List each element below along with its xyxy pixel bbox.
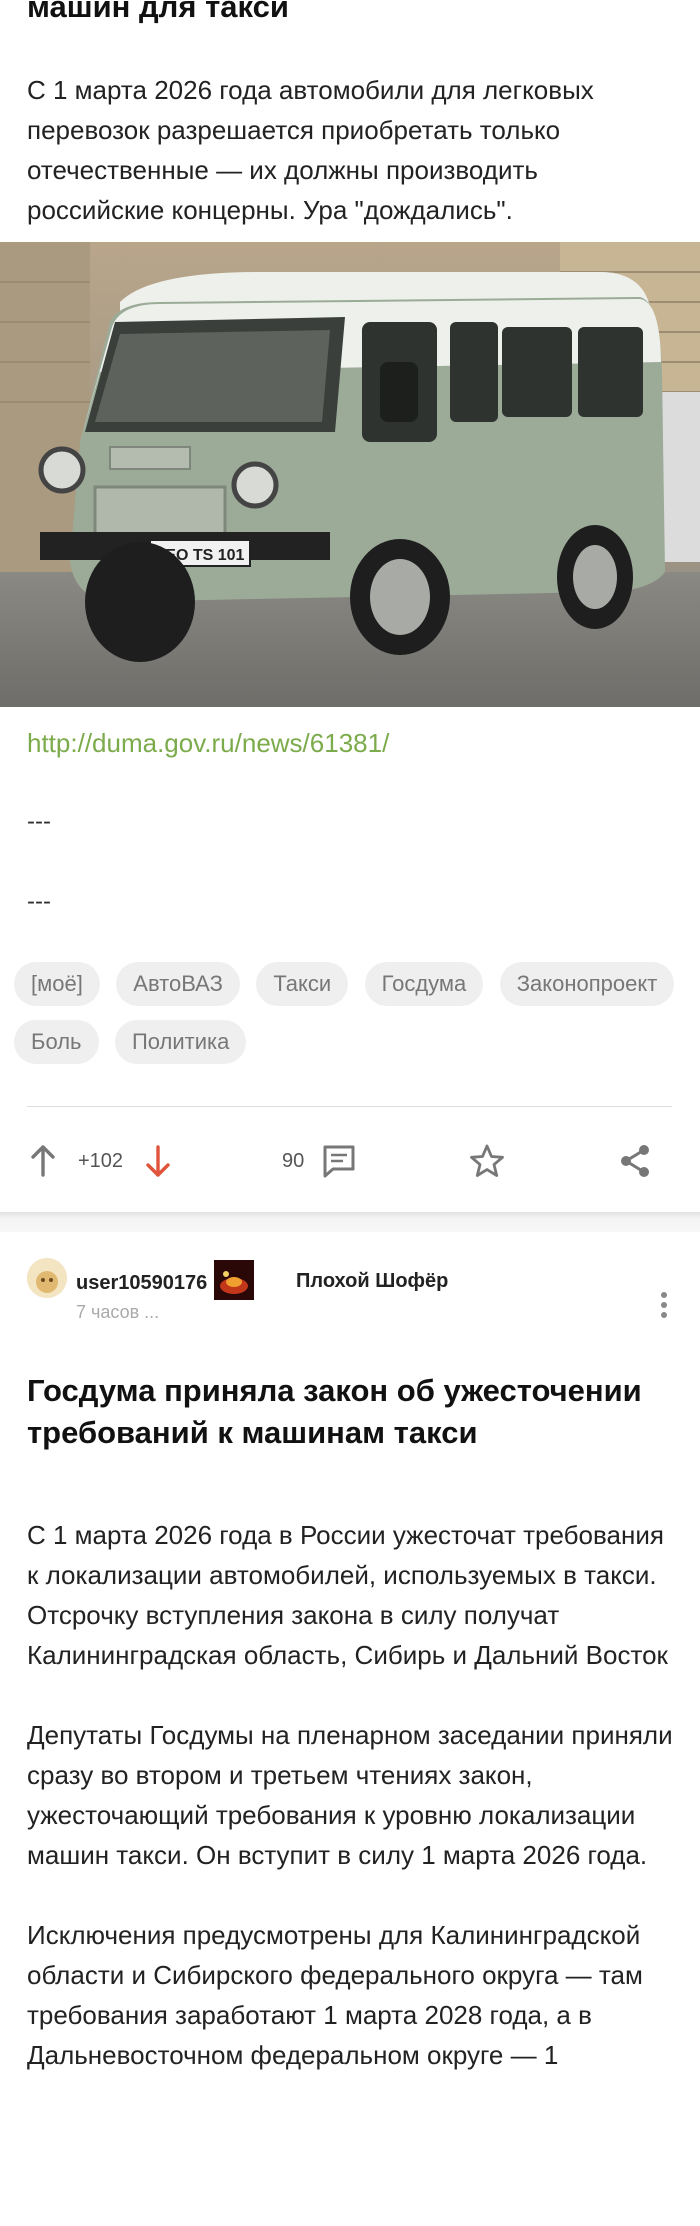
tag-item[interactable]: Законопроект (499, 962, 675, 1006)
post-image[interactable]: LEO TS 101 (0, 242, 700, 707)
post-author-row: user10590176 7 часов ... (27, 1258, 677, 1328)
more-vertical-icon (661, 1292, 667, 1318)
more-options-button[interactable] (656, 1290, 672, 1320)
comments-button[interactable] (321, 1130, 357, 1192)
arrow-down-icon (146, 1145, 170, 1177)
downvote-button[interactable] (145, 1130, 171, 1192)
tag-item[interactable]: АвтоВАЗ (116, 962, 240, 1006)
save-button[interactable] (469, 1130, 505, 1192)
post-text: С 1 марта 2026 года автомобили для легко… (27, 75, 594, 225)
post-paragraph: Депутаты Госдумы на пленарном заседании … (27, 1720, 673, 1870)
source-link[interactable]: http://duma.gov.ru/news/61381/ (27, 728, 389, 759)
community-name[interactable]: Плохой Шофёр (296, 1270, 448, 1293)
post-body: С 1 марта 2026 года в России ужесточат т… (27, 1515, 677, 2115)
tag-list: [моё] АвтоВАЗ Такси Госдума Законопроект… (14, 962, 694, 1078)
comments-count[interactable]: 90 (282, 1130, 304, 1192)
user-avatar-icon (27, 1258, 67, 1298)
tag-item[interactable]: Политика (114, 1020, 247, 1064)
share-button[interactable] (618, 1130, 652, 1192)
tag-item[interactable]: Такси (256, 962, 349, 1006)
tag-item[interactable]: Госдума (364, 962, 484, 1006)
divider (27, 1106, 672, 1107)
share-icon (621, 1145, 649, 1177)
upvote-button[interactable] (30, 1130, 56, 1192)
post-title[interactable]: Госдума приняла закон об ужесточении тре… (27, 1370, 677, 1454)
star-icon (470, 1144, 504, 1177)
post-paragraph: Исключения предусмотрены для Калининград… (27, 1920, 643, 2070)
separator: --- (27, 808, 51, 835)
post-separator (0, 1212, 700, 1232)
rating-score: +102 (78, 1149, 124, 1172)
community-icon (214, 1260, 254, 1300)
author-username[interactable]: user10590176 (76, 1272, 207, 1295)
uaz-van-illustration: LEO TS 101 (0, 242, 700, 707)
avatar[interactable] (27, 1258, 67, 1298)
separator: --- (27, 888, 51, 915)
post-time: 7 часов ... (76, 1302, 160, 1322)
arrow-up-icon (31, 1145, 55, 1177)
post-action-bar: +102 90 (0, 1130, 700, 1192)
tag-item[interactable]: [моё] (14, 962, 100, 1006)
post-title[interactable]: машин для такси (27, 0, 677, 28)
comment-icon (323, 1145, 355, 1178)
tag-item[interactable]: Боль (14, 1020, 99, 1064)
community-avatar[interactable] (214, 1260, 254, 1300)
post-paragraph: С 1 марта 2026 года в России ужесточат т… (27, 1520, 668, 1670)
